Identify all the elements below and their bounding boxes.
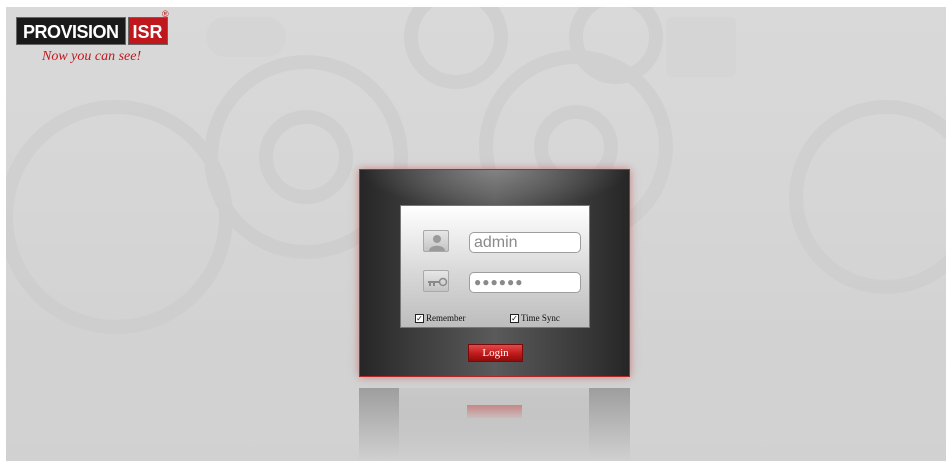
remember-label: Remember <box>426 313 466 323</box>
logo-suffix: ISR <box>127 17 168 45</box>
username-input[interactable]: admin <box>469 232 581 253</box>
checkmark-icon[interactable]: ✓ <box>510 313 519 323</box>
panel-glow <box>360 170 629 210</box>
logo-wordmark: PROVISION ISR <box>16 17 168 45</box>
panel-reflection <box>359 388 630 461</box>
login-panel: admin ●●●●●● ✓ Remember ✓ Time Sync Logi… <box>359 169 630 377</box>
logo-name: PROVISION <box>16 17 126 45</box>
reflection-button <box>467 405 522 418</box>
time-sync-checkbox[interactable]: ✓ Time Sync <box>510 313 560 323</box>
registered-mark: ® <box>162 9 169 19</box>
login-button[interactable]: Login <box>468 344 523 362</box>
checkmark-icon[interactable]: ✓ <box>415 313 424 323</box>
password-input[interactable]: ●●●●●● <box>469 272 581 293</box>
login-page: PROVISION ISR ® Now you can see! admin ●… <box>6 7 946 461</box>
key-icon <box>423 270 449 292</box>
remember-checkbox[interactable]: ✓ Remember <box>415 313 466 323</box>
logo-tagline: Now you can see! <box>42 49 142 64</box>
time-sync-label: Time Sync <box>521 313 560 323</box>
reflection-card <box>399 388 589 458</box>
login-form: admin ●●●●●● ✓ Remember ✓ Time Sync <box>400 205 590 328</box>
provision-isr-logo: PROVISION ISR ® Now you can see! <box>16 9 169 71</box>
user-icon <box>423 230 449 252</box>
